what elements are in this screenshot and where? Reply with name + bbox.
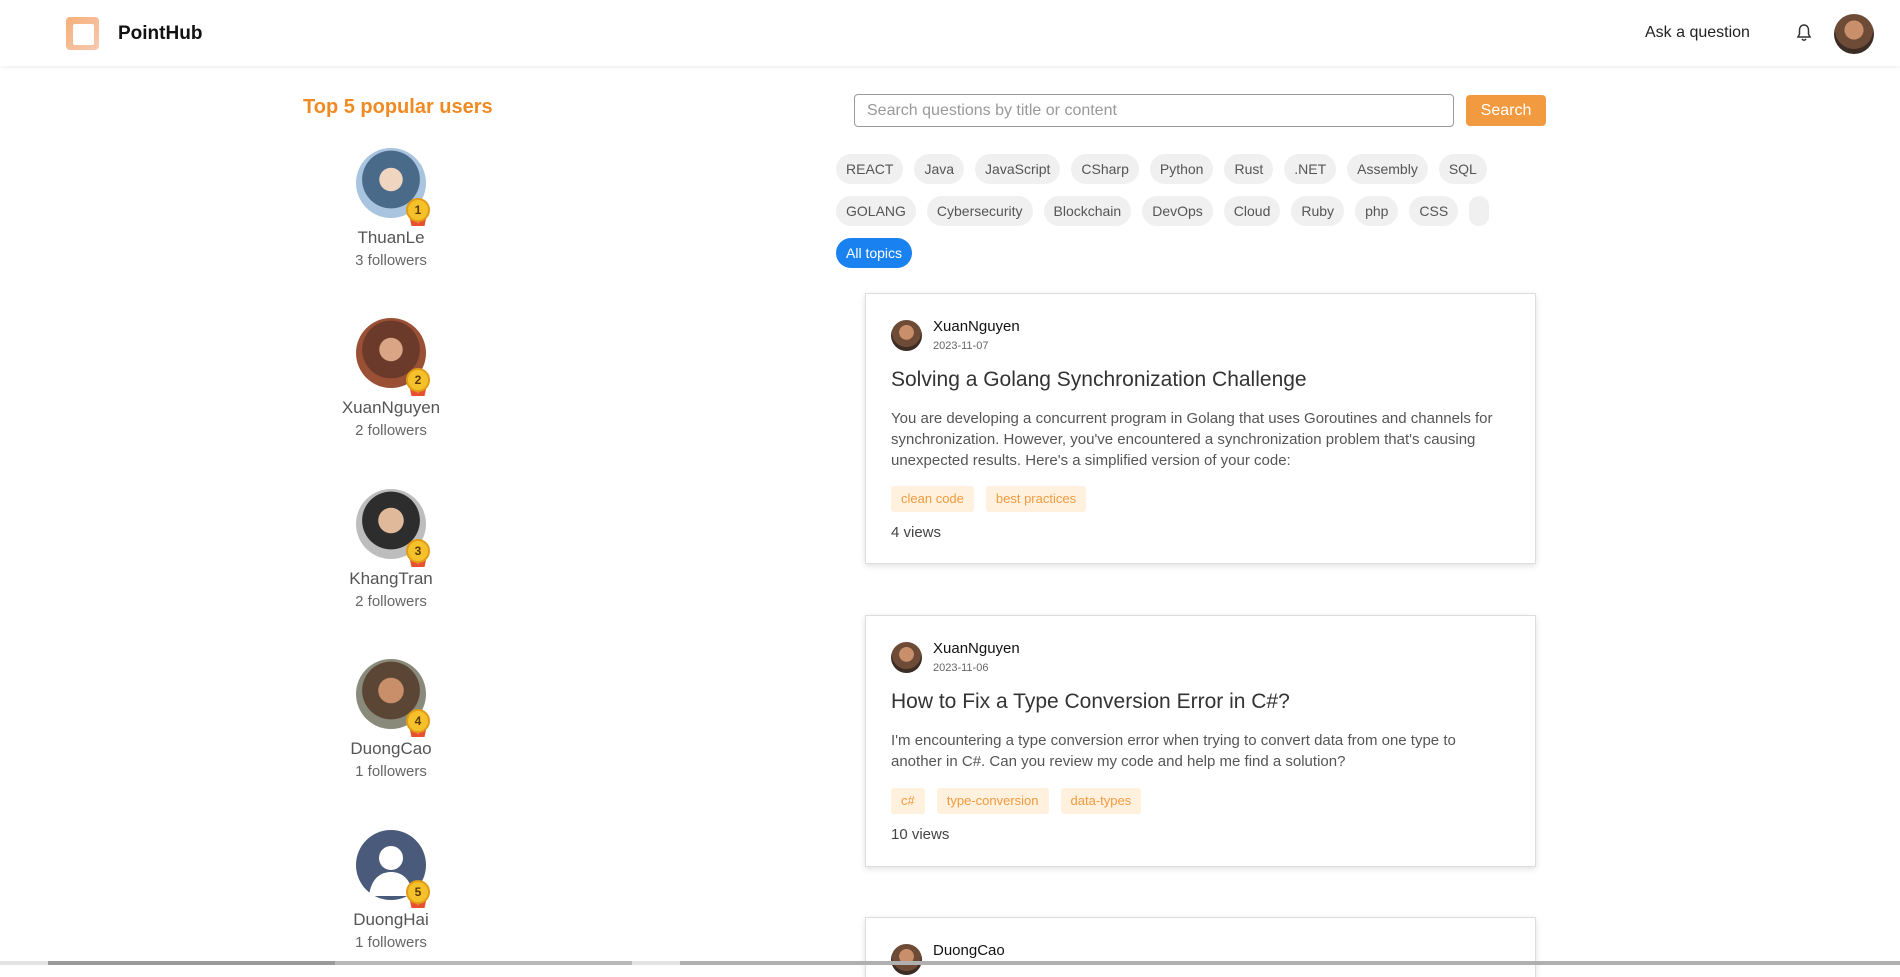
topic-chip[interactable]: Rust [1224, 154, 1274, 184]
tag-list: clean code best practices [891, 486, 1087, 512]
avatar[interactable]: 1 [356, 148, 430, 226]
user-name[interactable]: DuongCao [331, 739, 451, 759]
topic-filter: REACT Java JavaScript CSharp Python Rust… [836, 154, 1536, 280]
follower-count: 1 followers [355, 934, 427, 951]
popular-user-card[interactable]: 3 KhangTran 2 followers [331, 489, 451, 610]
top-navbar: PointHub Ask a question [0, 0, 1900, 66]
bell-icon[interactable] [1796, 24, 1812, 42]
topic-chip[interactable]: JavaScript [975, 154, 1061, 184]
tag-badge[interactable]: clean code [891, 486, 974, 512]
rank-medal-icon: 1 [406, 198, 430, 228]
popular-user-card[interactable]: 2 XuanNguyen 2 followers [331, 318, 451, 439]
question-title[interactable]: How to Fix a Type Conversion Error in C#… [891, 690, 1290, 714]
topic-chip[interactable]: GOLANG [836, 196, 916, 226]
follower-count: 2 followers [355, 593, 427, 610]
rank-medal-icon: 2 [406, 368, 430, 398]
ask-question-link[interactable]: Ask a question [1645, 24, 1750, 42]
follower-count: 3 followers [355, 252, 427, 269]
search-button[interactable]: Search [1466, 95, 1546, 126]
avatar[interactable]: 5 [356, 830, 430, 908]
topic-chip[interactable]: SQL [1438, 154, 1487, 184]
post-date: 2023-11-06 [933, 662, 989, 674]
popular-user-card[interactable]: 1 ThuanLe 3 followers [331, 148, 451, 269]
brand-name[interactable]: PointHub [118, 23, 202, 45]
view-count: 4 views [891, 524, 942, 541]
avatar[interactable]: 3 [356, 489, 430, 567]
topic-chip[interactable]: REACT [836, 154, 904, 184]
topic-chip[interactable]: Python [1149, 154, 1214, 184]
topic-chip[interactable]: Java [914, 154, 965, 184]
avatar[interactable]: 2 [356, 318, 430, 396]
tag-badge[interactable]: type-conversion [936, 788, 1049, 814]
author-avatar[interactable] [891, 320, 922, 351]
user-name[interactable]: XuanNguyen [331, 398, 451, 418]
topic-chip[interactable]: .NET [1284, 154, 1337, 184]
author-avatar[interactable] [891, 642, 922, 673]
topic-chip[interactable]: Blockchain [1043, 196, 1132, 226]
author-name[interactable]: XuanNguyen [933, 640, 1020, 657]
follower-count: 2 followers [355, 422, 427, 439]
topic-chip-blank[interactable] [1469, 196, 1490, 226]
user-name[interactable]: DuongHai [331, 910, 451, 930]
author-avatar[interactable] [891, 944, 922, 975]
avatar[interactable]: 4 [356, 659, 430, 737]
question-card[interactable]: DuongCao [865, 917, 1536, 977]
all-topics-chip[interactable]: All topics [836, 238, 913, 268]
question-card[interactable]: XuanNguyen 2023-11-06 How to Fix a Type … [865, 615, 1536, 867]
topic-chip[interactable]: php [1355, 196, 1399, 226]
popular-user-card[interactable]: 5 DuongHai 1 followers [331, 830, 451, 951]
topic-chip[interactable]: DevOps [1142, 196, 1213, 226]
view-count: 10 views [891, 826, 950, 843]
topic-chip[interactable]: Cloud [1223, 196, 1281, 226]
search-input[interactable] [854, 94, 1454, 127]
user-name[interactable]: KhangTran [331, 569, 451, 589]
profile-avatar[interactable] [1834, 14, 1874, 54]
post-date: 2023-11-07 [933, 340, 989, 352]
popular-user-card[interactable]: 4 DuongCao 1 followers [331, 659, 451, 780]
rank-medal-icon: 4 [406, 709, 430, 739]
topic-chip[interactable]: Ruby [1291, 196, 1345, 226]
follower-count: 1 followers [355, 763, 427, 780]
topic-chip[interactable]: Assembly [1347, 154, 1428, 184]
topic-chip[interactable]: Cybersecurity [926, 196, 1033, 226]
author-name[interactable]: XuanNguyen [933, 318, 1020, 335]
question-excerpt: You are developing a concurrent program … [891, 410, 1493, 469]
pointhub-logo-icon[interactable] [66, 17, 99, 50]
question-excerpt: I'm encountering a type conversion error… [891, 732, 1456, 770]
author-name[interactable]: DuongCao [933, 942, 1005, 959]
tag-list: c# type-conversion data-types [891, 788, 1142, 814]
question-title[interactable]: Solving a Golang Synchronization Challen… [891, 368, 1307, 392]
tag-badge[interactable]: best practices [985, 486, 1087, 512]
tag-badge[interactable]: c# [891, 788, 925, 814]
topic-chip[interactable]: CSharp [1071, 154, 1139, 184]
horizontal-scrollbar[interactable] [0, 961, 1900, 965]
user-name[interactable]: ThuanLe [331, 228, 451, 248]
rank-medal-icon: 5 [406, 880, 430, 910]
question-card[interactable]: XuanNguyen 2023-11-07 Solving a Golang S… [865, 293, 1536, 564]
popular-users-title: Top 5 popular users [303, 96, 493, 118]
rank-medal-icon: 3 [406, 539, 430, 569]
tag-badge[interactable]: data-types [1060, 788, 1142, 814]
topic-chip[interactable]: CSS [1409, 196, 1459, 226]
